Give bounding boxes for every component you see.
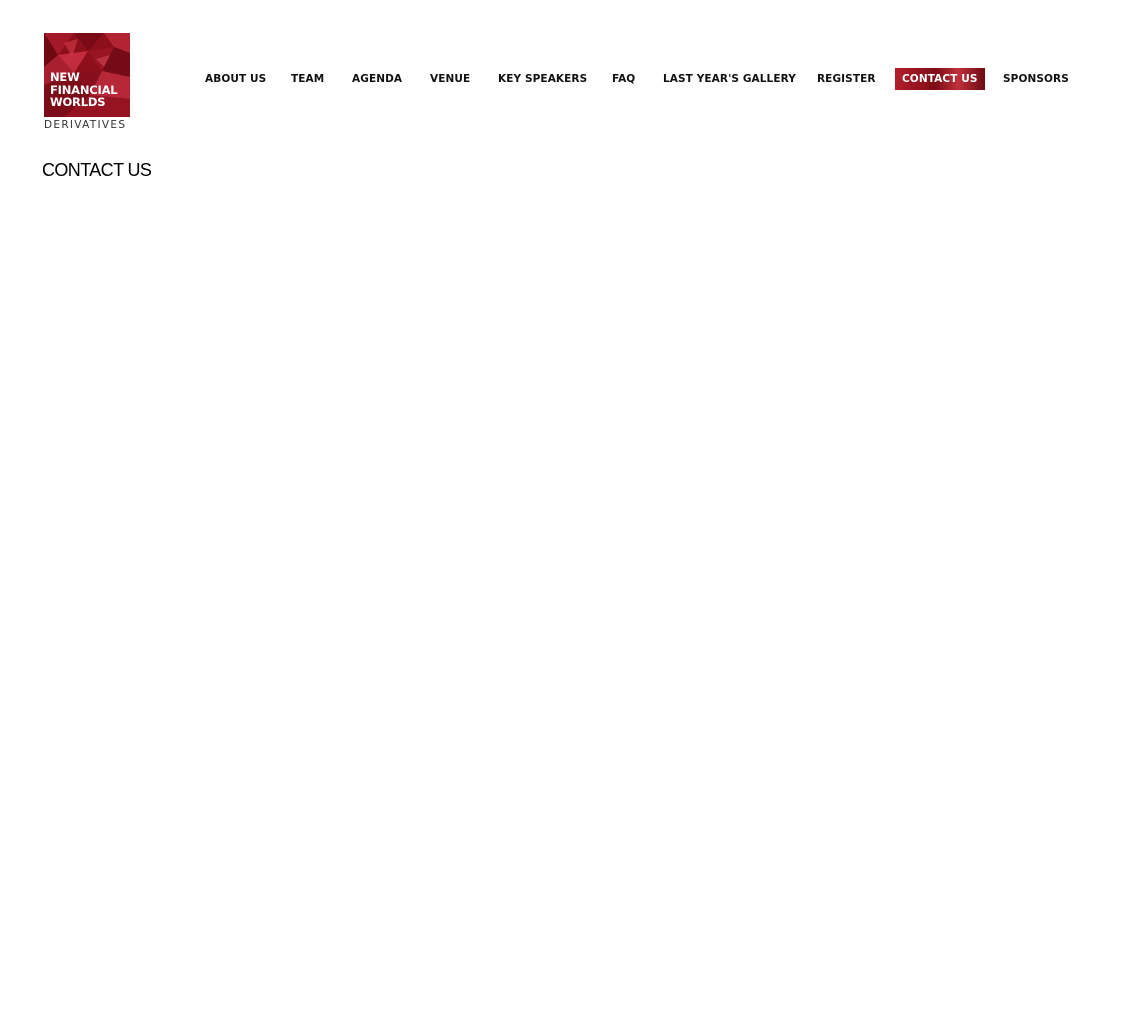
nav-item-sponsors[interactable]: SPONSORS <box>1003 68 1069 90</box>
main-navigation: ABOUT US TEAM AGENDA VENUE KEY SPEAKERS … <box>0 68 1127 90</box>
nav-item-about-us[interactable]: ABOUT US <box>205 68 266 90</box>
nav-item-team[interactable]: TEAM <box>291 68 324 90</box>
nav-item-register[interactable]: REGISTER <box>817 68 876 90</box>
page-title: CONTACT US <box>42 160 152 180</box>
nav-item-venue[interactable]: VENUE <box>430 68 470 90</box>
logo-line-3: WORLDS <box>50 95 106 109</box>
logo-subtitle: DERIVATIVES <box>44 119 127 131</box>
nav-item-faq[interactable]: FAQ <box>612 68 635 90</box>
nav-item-agenda[interactable]: AGENDA <box>352 68 402 90</box>
nav-item-key-speakers[interactable]: KEY SPEAKERS <box>498 68 587 90</box>
nav-item-contact-us[interactable]: CONTACT US <box>895 68 985 90</box>
page: NEW FINANCIAL WORLDS DERIVATIVES ABOUT U… <box>0 0 1127 1032</box>
nav-item-last-years-gallery[interactable]: LAST YEAR'S GALLERY <box>663 68 796 90</box>
